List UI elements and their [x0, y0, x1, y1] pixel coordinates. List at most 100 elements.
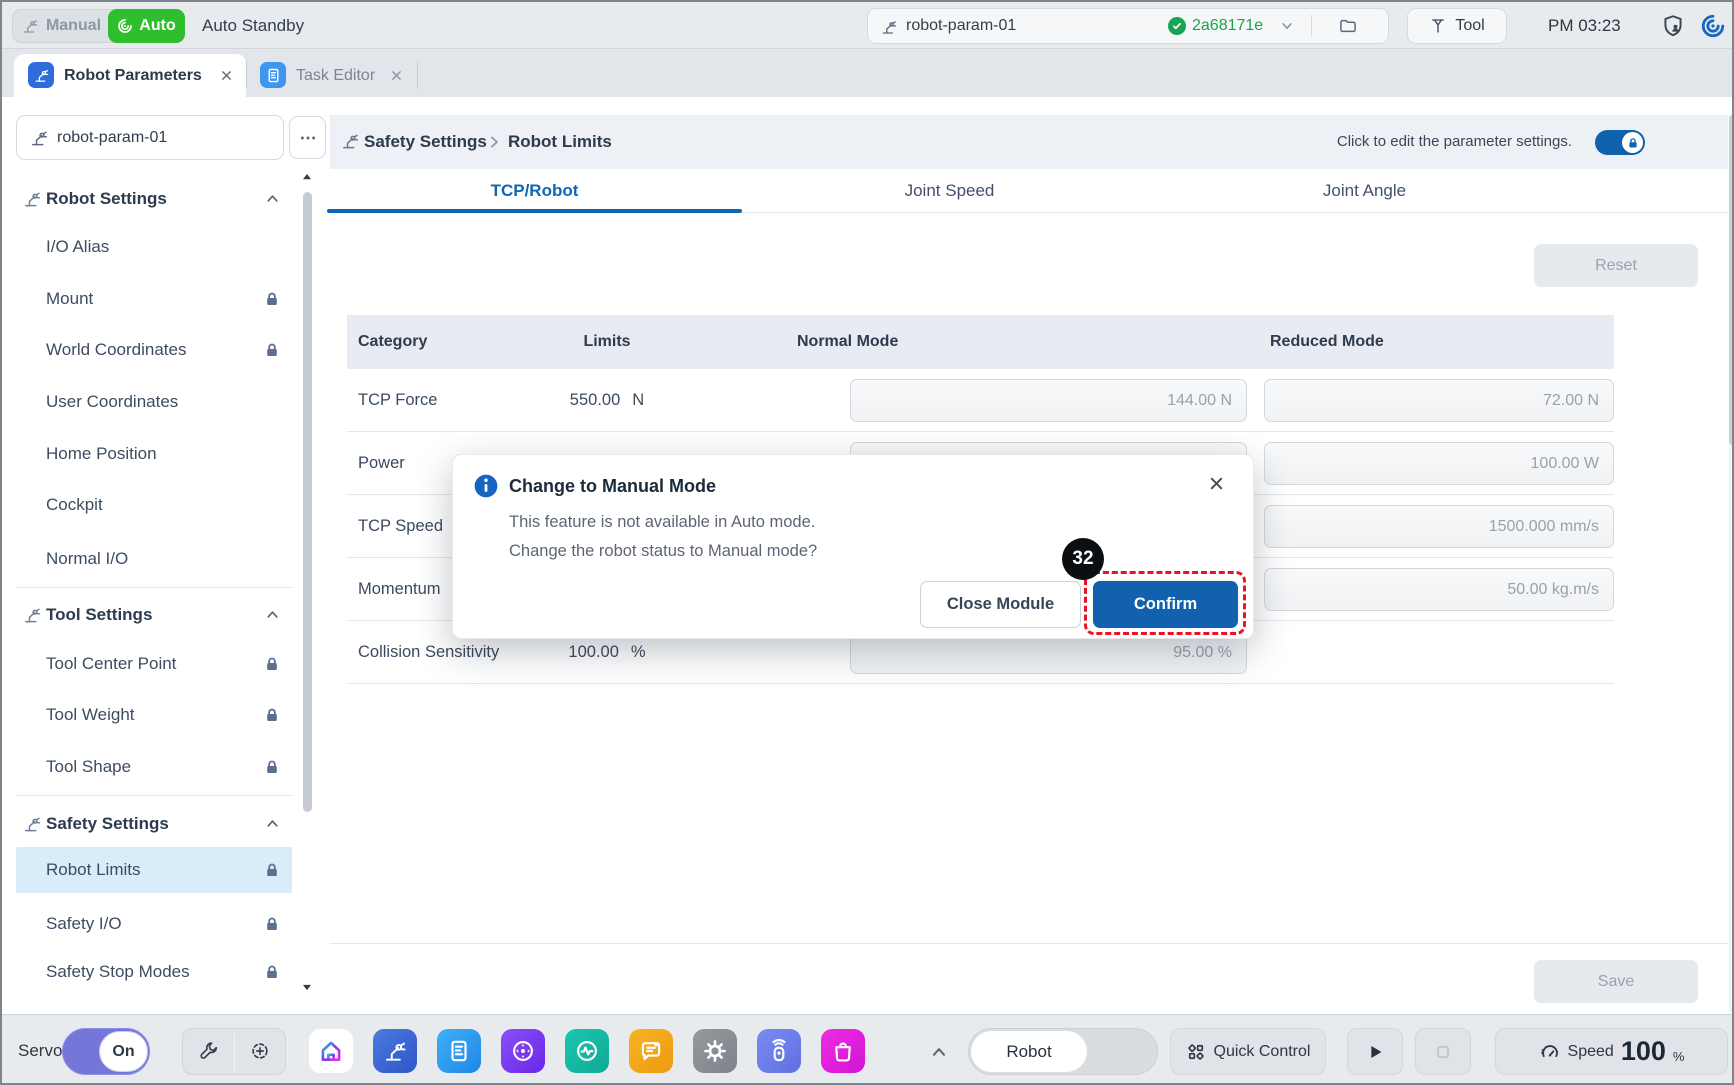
- servo-toggle[interactable]: On: [62, 1028, 150, 1075]
- divider: [246, 61, 247, 89]
- positioning-target-icon[interactable]: [249, 1040, 271, 1062]
- close-icon[interactable]: [1208, 475, 1225, 492]
- task-editor-tab-icon: [260, 62, 286, 88]
- parameter-name-value: robot-param-01: [57, 116, 167, 159]
- app-jog[interactable]: [501, 1029, 545, 1073]
- row-category: Power: [358, 432, 405, 495]
- app-task-editor[interactable]: [437, 1029, 481, 1073]
- sidebar-item-mount[interactable]: Mount: [16, 276, 292, 322]
- section-title: Tool Settings: [46, 592, 152, 638]
- sidebar-section-tool-settings[interactable]: Tool Settings: [16, 592, 292, 638]
- content-scrollbar[interactable]: [1729, 115, 1734, 445]
- safety-shield-icon[interactable]: [1660, 13, 1686, 39]
- lock-icon: [264, 291, 280, 307]
- scroll-down-arrow[interactable]: [300, 980, 314, 994]
- sidebar-more-button[interactable]: [289, 116, 326, 159]
- quick-control-button[interactable]: Quick Control: [1170, 1028, 1326, 1075]
- sidebar-section-robot-settings[interactable]: Robot Settings: [16, 176, 292, 222]
- speedometer-icon: [1539, 1041, 1561, 1063]
- robot-parameters-tab-icon: [28, 62, 54, 88]
- gear-icon: [702, 1038, 728, 1064]
- sidebar-item-robot-limits[interactable]: Robot Limits: [16, 847, 292, 893]
- tool-icon: [1429, 17, 1447, 35]
- sidebar-item-safety-io[interactable]: Safety I/O: [16, 901, 292, 947]
- app-remote-control[interactable]: [757, 1029, 801, 1073]
- reduced-mode-input[interactable]: 72.00 N: [1264, 379, 1614, 422]
- tab-task-editor[interactable]: Task Editor: [248, 54, 416, 97]
- edit-lock-toggle[interactable]: [1595, 130, 1645, 155]
- chevron-up-icon[interactable]: [265, 191, 280, 206]
- sidebar-item-tool-weight[interactable]: Tool Weight: [16, 692, 292, 738]
- sidebar-item-cockpit[interactable]: Cockpit: [16, 482, 292, 528]
- mode-switch: Manual Auto: [12, 9, 184, 43]
- mode-manual-label: Manual: [46, 17, 101, 35]
- reduced-mode-input[interactable]: 100.00 W: [1264, 442, 1614, 485]
- mode-auto-button[interactable]: Auto: [108, 9, 185, 43]
- close-module-button[interactable]: Close Module: [920, 581, 1081, 628]
- speed-control[interactable]: Speed 100 %: [1495, 1028, 1728, 1075]
- dialog-message-line1: This feature is not available in Auto mo…: [509, 513, 815, 532]
- row-category: Momentum: [358, 558, 441, 621]
- sidebar-scrollbar[interactable]: [303, 192, 312, 812]
- column-limits: Limits: [522, 315, 692, 369]
- reduced-mode-input[interactable]: 50.00 kg.m/s: [1264, 568, 1614, 611]
- play-button[interactable]: [1347, 1028, 1403, 1075]
- app-settings[interactable]: [693, 1029, 737, 1073]
- column-reduced-mode: Reduced Mode: [1270, 315, 1384, 369]
- close-icon[interactable]: [390, 69, 403, 82]
- app-window: Manual Auto Auto Standby robot-param-01 …: [0, 0, 1734, 1085]
- reset-button[interactable]: Reset: [1534, 244, 1698, 287]
- check-circle-icon: [1168, 17, 1186, 35]
- save-button[interactable]: Save: [1534, 960, 1698, 1003]
- window-tab-strip: Robot Parameters Task Editor: [2, 49, 1732, 97]
- sidebar-item-normal-io[interactable]: Normal I/O: [16, 536, 292, 582]
- sidebar-item-io-alias[interactable]: I/O Alias: [16, 224, 292, 270]
- tab-joint-angle[interactable]: Joint Angle: [1157, 169, 1572, 213]
- open-folder-icon[interactable]: [1338, 16, 1358, 36]
- app-home[interactable]: [309, 1029, 353, 1073]
- row-category: TCP Speed: [358, 495, 443, 558]
- tab-robot-parameters[interactable]: Robot Parameters: [14, 54, 246, 97]
- wrench-icon[interactable]: [198, 1040, 220, 1062]
- scroll-up-arrow[interactable]: [300, 170, 314, 184]
- robot-arm-icon: [29, 128, 49, 148]
- clock: PM 03:23: [1548, 2, 1621, 49]
- tab-label: Task Editor: [296, 54, 375, 97]
- app-robot-parameters[interactable]: [373, 1029, 417, 1073]
- sidebar-item-user-coordinates[interactable]: User Coordinates: [16, 379, 292, 425]
- ellipsis-icon: [299, 129, 317, 147]
- robot-selector-label: Robot: [971, 1031, 1087, 1072]
- chevron-up-icon[interactable]: [265, 816, 280, 831]
- sidebar-item-tool-shape[interactable]: Tool Shape: [16, 744, 292, 790]
- app-store[interactable]: [821, 1029, 865, 1073]
- normal-mode-input[interactable]: 144.00 N: [850, 379, 1247, 422]
- sidebar-item-home-position[interactable]: Home Position: [16, 431, 292, 477]
- chevron-up-icon[interactable]: [930, 1043, 948, 1061]
- mode-manual-button[interactable]: Manual: [13, 10, 109, 42]
- tab-joint-speed[interactable]: Joint Speed: [742, 169, 1157, 213]
- robot-selector[interactable]: Robot: [968, 1028, 1158, 1075]
- sidebar-section-safety-settings[interactable]: Safety Settings: [16, 801, 292, 847]
- chevron-down-icon[interactable]: [1280, 19, 1294, 33]
- sidebar-item-tool-center-point[interactable]: Tool Center Point: [16, 641, 292, 687]
- recovery-swirl-icon[interactable]: [1700, 13, 1726, 39]
- parameter-version-id[interactable]: 2a68171e: [1192, 9, 1263, 43]
- parameter-file-name[interactable]: robot-param-01: [906, 9, 1016, 43]
- close-icon[interactable]: [220, 69, 233, 82]
- chevron-up-icon[interactable]: [265, 607, 280, 622]
- annotation-step-badge: 32: [1062, 538, 1104, 580]
- speed-label: Speed: [1568, 1043, 1614, 1061]
- reduced-mode-input[interactable]: 1500.000 mm/s: [1264, 505, 1614, 548]
- lock-icon: [264, 916, 280, 932]
- app-monitoring[interactable]: [565, 1029, 609, 1073]
- column-normal-mode: Normal Mode: [797, 315, 898, 369]
- tool-button[interactable]: Tool: [1407, 8, 1507, 44]
- app-message-log[interactable]: [629, 1029, 673, 1073]
- tab-tcp-robot[interactable]: TCP/Robot: [327, 169, 742, 213]
- lock-icon: [264, 656, 280, 672]
- stop-button[interactable]: [1415, 1028, 1471, 1075]
- sidebar-item-safety-stop-modes[interactable]: Safety Stop Modes: [16, 949, 292, 995]
- sidebar-item-world-coordinates[interactable]: World Coordinates: [16, 327, 292, 373]
- parameter-name-field[interactable]: robot-param-01: [16, 115, 284, 160]
- mode-auto-label: Auto: [139, 17, 175, 35]
